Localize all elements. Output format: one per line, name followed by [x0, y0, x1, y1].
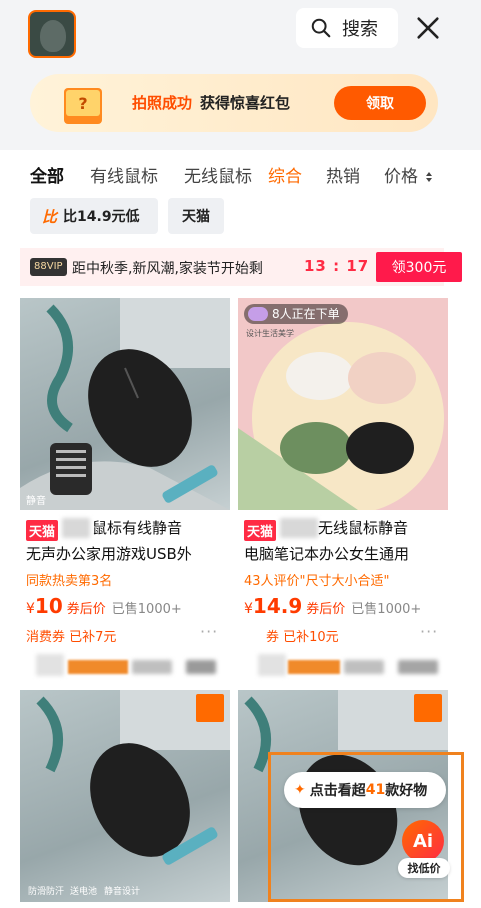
product-price: ¥10 券后价 已售1000+ [26, 594, 182, 618]
price-compare-chip[interactable]: 比 比14.9元低 [30, 198, 158, 234]
gift-question-mark: ? [78, 94, 87, 113]
promo-text: 获得惊喜红包 [200, 94, 291, 112]
product-title-line2[interactable]: 电脑笔记本办公女生通用 [244, 543, 409, 565]
search-icon [311, 18, 331, 38]
see-more-count: 41 [365, 782, 386, 798]
brand-caption: 设计生活美学 [246, 329, 294, 338]
product-image[interactable]: 防滑防汗 送电池 静音设计 [20, 690, 230, 902]
price-down-icon: 比 [42, 207, 58, 226]
tab-price-label: 价格 [384, 167, 418, 187]
sold-count: 已售1000+ [111, 602, 182, 617]
coupon-info: 券 已补10元 [266, 630, 339, 645]
redacted-text [62, 518, 90, 538]
price-value: 14.9 [252, 594, 303, 618]
product-price: ¥14.9 券后价 已售1000+ [244, 594, 421, 618]
ordering-pill: 8人正在下单 [244, 304, 348, 324]
avatars-icon [248, 307, 268, 321]
tab-wired-mouse[interactable]: 有线鼠标 [90, 162, 158, 187]
shop-tag-icon [414, 694, 442, 722]
shop-tag-icon [196, 694, 224, 722]
tmall-badge: 天猫 [26, 520, 59, 541]
tab-comprehensive[interactable]: 综合 [268, 162, 302, 187]
feature-silent: 静音设计 [104, 887, 141, 897]
gift-box-icon: ? [64, 88, 102, 124]
claim-button[interactable]: 领取 [334, 86, 426, 120]
filter-chips: 比 比14.9元低 天猫 [0, 196, 481, 242]
tab-all[interactable]: 全部 [30, 162, 64, 187]
tab-hot-sales[interactable]: 热销 [326, 162, 360, 187]
sold-count: 已售1000+ [351, 602, 422, 617]
banner-text: 距中秋季,新风潮,家装节开始剩 [72, 261, 263, 277]
product-title-line2[interactable]: 无声办公家用游戏USB外 [26, 543, 192, 565]
ai-find-lower-price-button[interactable]: Ai 找低价 [398, 820, 450, 884]
price-label: 券后价 [66, 602, 106, 617]
price-value: 10 [34, 594, 63, 618]
tmall-chip[interactable]: 天猫 [168, 198, 224, 234]
price-label: 券后价 [306, 602, 346, 617]
see-more-prefix: 点击看超 [309, 783, 366, 799]
red-packet-promo[interactable]: ? 拍照成功 获得惊喜红包 领取 [30, 74, 438, 132]
tab-price[interactable]: 价格 [384, 162, 433, 187]
currency-symbol: ¥ [26, 601, 35, 617]
product-image[interactable]: 静音 [20, 298, 230, 510]
ai-label: 找低价 [398, 858, 450, 878]
price-compare-label: 比14.9元低 [63, 209, 140, 225]
ordering-text: 8人正在下单 [272, 307, 340, 321]
product-title-line1[interactable]: 无线鼠标静音 [318, 517, 408, 539]
see-more-suffix: 款好物 [385, 783, 428, 799]
product-image[interactable]: 8人正在下单 设计生活美学 [238, 298, 448, 510]
vip-badge: 88VIP [30, 258, 67, 276]
feature-battery: 送电池 [70, 887, 98, 897]
tmall-badge: 天猫 [244, 520, 277, 541]
redacted-shop-row [36, 652, 226, 680]
close-icon[interactable] [414, 14, 442, 42]
see-more-button[interactable]: ✦ 点击看超 41 款好物 [284, 772, 446, 808]
redacted-text [280, 518, 318, 538]
ai-icon: Ai [402, 820, 444, 862]
search-button[interactable]: 搜索 [296, 8, 398, 48]
currency-symbol: ¥ [244, 601, 253, 617]
get-coupon-button[interactable]: 领300元 [376, 252, 462, 282]
sort-arrows-icon [426, 172, 433, 182]
promo-highlight: 拍照成功 [132, 94, 193, 112]
mouse-photo [40, 20, 66, 52]
coupon-info: 消费券 已补7元 [26, 630, 117, 645]
sparkle-icon: ✦ [294, 782, 306, 798]
product-title-line1[interactable]: 鼠标有线静音 [92, 517, 182, 539]
redacted-shop-row [258, 652, 448, 680]
product-rank: 同款热卖第3名 [26, 574, 113, 589]
mouse-illustration [20, 298, 230, 510]
photo-thumbnail[interactable] [28, 10, 76, 58]
feature-icons: 防滑防汗 送电池 静音设计 [28, 866, 158, 898]
tab-wireless-mouse[interactable]: 无线鼠标 [184, 162, 254, 187]
category-tabs: 全部 有线鼠标 无线鼠标 综合 热销 价格 [0, 150, 481, 196]
product-review: 43人评价"尺寸大小合适" [244, 574, 390, 589]
more-icon[interactable]: ··· [200, 622, 218, 641]
search-label: 搜索 [342, 19, 378, 40]
event-banner[interactable]: 88VIP 距中秋季,新风潮,家装节开始剩 13 : 17 : 4 领300元 [20, 248, 462, 286]
header: 搜索 ? 拍照成功 获得惊喜红包 领取 [0, 0, 481, 150]
more-icon[interactable]: ··· [420, 622, 438, 641]
feature-anti-slip: 防滑防汗 [28, 887, 65, 897]
image-caption: 静音 [26, 496, 46, 507]
